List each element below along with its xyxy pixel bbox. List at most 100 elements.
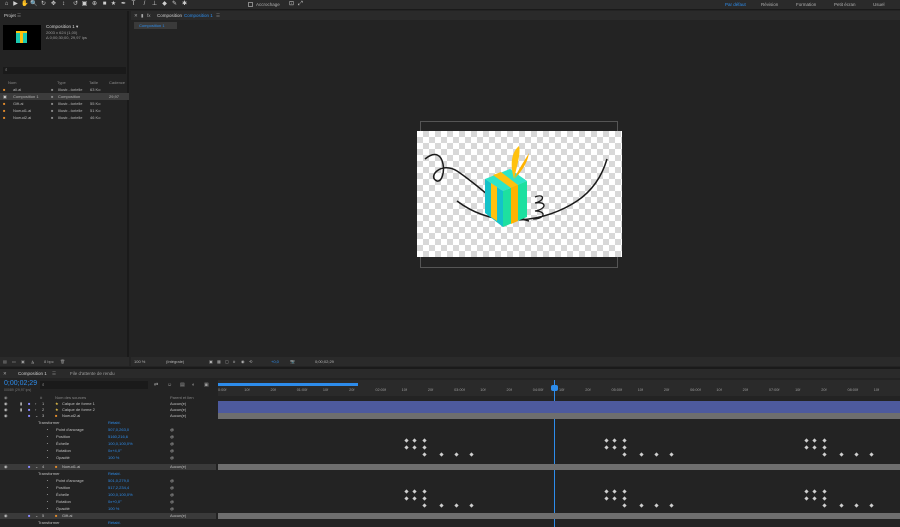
color-channel-icon[interactable]: ◉ xyxy=(241,357,245,366)
keyframe[interactable] xyxy=(422,496,427,501)
keyframe[interactable] xyxy=(422,438,427,443)
viewer-tab-prefix[interactable]: Composition xyxy=(157,11,182,20)
roto-tool-icon[interactable]: ✎ xyxy=(171,1,178,8)
property-value[interactable]: 100 % xyxy=(108,455,119,461)
pan-tool-icon[interactable]: ✥ xyxy=(50,1,57,8)
label-color-icon[interactable]: ■ xyxy=(51,114,53,121)
transparency-grid-icon[interactable]: ▦ xyxy=(217,357,221,366)
layer-row[interactable]: ◉ ■ ⌄ 4 ■ Noeud1.ai Aucun(e) xyxy=(0,464,216,470)
stopwatch-icon[interactable]: ◔ xyxy=(46,506,48,512)
keyframe[interactable] xyxy=(422,452,427,457)
rotate-tool-icon[interactable]: ↺ xyxy=(72,1,79,8)
pick-whip-icon[interactable]: @ xyxy=(170,506,174,512)
stopwatch-icon[interactable]: ◔ xyxy=(46,455,48,461)
graph-editor-icon[interactable]: ▣ xyxy=(204,382,209,388)
keyframe[interactable] xyxy=(404,438,409,443)
header-rate[interactable]: Cadence xyxy=(109,79,125,86)
composition-mini-flowchart-icon[interactable]: ⇄ xyxy=(154,382,158,388)
playhead-handle[interactable] xyxy=(551,385,558,391)
puppet-tool-icon[interactable]: ✱ xyxy=(181,1,188,8)
render-queue-tab[interactable]: File d'attente de rendu xyxy=(70,369,115,378)
project-tab[interactable]: Projet ☰ xyxy=(0,11,21,20)
keyframe[interactable] xyxy=(622,496,627,501)
layer-name[interactable]: Gift.ai xyxy=(62,513,72,519)
pick-whip-icon[interactable]: @ xyxy=(170,427,174,433)
property-row[interactable]: ◔ Opacité 100 % @ xyxy=(0,455,216,461)
snap-checkbox[interactable] xyxy=(248,2,253,7)
keyframe[interactable] xyxy=(422,445,427,450)
menu-icon[interactable]: ☰ xyxy=(52,369,56,378)
motion-blur-icon[interactable]: ◐ xyxy=(192,382,195,388)
keyframe[interactable] xyxy=(422,489,427,494)
header-type[interactable]: Type xyxy=(57,79,66,86)
stopwatch-icon[interactable]: ◔ xyxy=(46,441,48,447)
keyframe[interactable] xyxy=(812,496,817,501)
reset-link[interactable]: Rétabl. xyxy=(108,520,121,526)
expand-icon[interactable]: ⌄ xyxy=(35,413,38,419)
parent-select[interactable]: Aucun(e) xyxy=(170,513,186,519)
workspace-small-screen[interactable]: Petit écran xyxy=(834,2,856,7)
layer-bar[interactable] xyxy=(218,464,900,470)
clone-tool-icon[interactable]: ⊥ xyxy=(151,1,158,8)
work-area-bar[interactable] xyxy=(218,383,358,386)
label-color-icon[interactable]: ■ xyxy=(51,86,53,93)
stopwatch-icon[interactable]: ◔ xyxy=(46,434,48,440)
label-color-icon[interactable]: ■ xyxy=(51,93,53,100)
keyframe[interactable] xyxy=(604,489,609,494)
pick-whip-icon[interactable]: @ xyxy=(170,492,174,498)
keyframe[interactable] xyxy=(469,503,474,508)
layer-row[interactable]: ◉ ■ ⌄ 3 ■ Noeud2.ai Aucun(e) xyxy=(0,413,216,419)
bit-depth-label[interactable]: 8 bpc xyxy=(44,357,54,366)
snap-option-icon[interactable]: ⊡ xyxy=(288,1,295,8)
keyframe[interactable] xyxy=(604,445,609,450)
property-value[interactable]: 100,0,100,0% xyxy=(108,441,133,447)
mask-visibility-icon[interactable]: ▢ xyxy=(225,357,229,366)
keyframe[interactable] xyxy=(622,503,627,508)
keyframe[interactable] xyxy=(622,452,627,457)
brush-tool-icon[interactable]: / xyxy=(141,1,148,8)
parent-select[interactable]: Aucun(e) xyxy=(170,413,186,419)
keyframe[interactable] xyxy=(654,452,659,457)
workspace-review[interactable]: Révision xyxy=(761,2,778,7)
comp-subtab[interactable]: Composition 1 xyxy=(134,22,177,29)
workspace-standard[interactable]: Usuel xyxy=(873,2,885,7)
pick-whip-icon[interactable]: @ xyxy=(170,455,174,461)
project-file-row[interactable]: ■ all.ai ■ Illustr...torielle 63 Ko xyxy=(0,86,129,93)
label-color-icon[interactable]: ■ xyxy=(28,413,30,419)
stopwatch-icon[interactable]: ◔ xyxy=(46,448,48,454)
property-row[interactable]: ◔ Opacité 100 % @ xyxy=(0,506,216,512)
pen-tool-icon[interactable]: ✒ xyxy=(120,1,127,8)
property-value[interactable]: 0x+0,0° xyxy=(108,499,122,505)
keyframe[interactable] xyxy=(622,438,627,443)
frame-blending-icon[interactable]: ▤ xyxy=(180,382,185,388)
transform-label[interactable]: Transformer xyxy=(38,471,60,477)
workspace-default[interactable]: Par défaut xyxy=(725,2,746,7)
keyframe[interactable] xyxy=(839,452,844,457)
keyframe[interactable] xyxy=(654,503,659,508)
layer-bar[interactable] xyxy=(218,513,900,519)
expand-icon[interactable]: ⌄ xyxy=(35,464,38,470)
keyframe[interactable] xyxy=(404,496,409,501)
selection-tool-icon[interactable]: ▶ xyxy=(12,1,19,8)
keyframe[interactable] xyxy=(854,503,859,508)
property-row[interactable]: ◔ Position 5160,216,6 @ xyxy=(0,434,216,440)
keyframe[interactable] xyxy=(604,438,609,443)
keyframe[interactable] xyxy=(612,445,617,450)
zoom-tool-icon[interactable]: 🔍 xyxy=(30,1,37,8)
keyframe[interactable] xyxy=(822,489,827,494)
flowchart-icon[interactable]: ◮ xyxy=(31,357,34,366)
keyframe[interactable] xyxy=(422,503,427,508)
lock-icon[interactable]: ▮ xyxy=(141,11,143,20)
exposure-value[interactable]: +0,0 xyxy=(271,357,279,366)
pick-whip-icon[interactable]: @ xyxy=(170,441,174,447)
shy-layers-icon[interactable]: ☺ xyxy=(167,382,172,388)
dolly-tool-icon[interactable]: ↕ xyxy=(60,1,67,8)
keyframe[interactable] xyxy=(439,503,444,508)
property-row[interactable]: ◔ Point d'ancrage 507,0,263,0 @ xyxy=(0,427,216,433)
property-value[interactable]: 507,0,263,0 xyxy=(108,427,129,433)
project-file-row[interactable]: ■ Gift.ai ■ Illustr...torielle 55 Ko xyxy=(0,100,129,107)
transform-group[interactable]: Transformer Rétabl. xyxy=(0,471,216,477)
property-value[interactable]: 501,0,279,0 xyxy=(108,478,129,484)
header-name[interactable]: Nom xyxy=(8,79,16,86)
region-icon[interactable]: ▣ xyxy=(209,357,213,366)
